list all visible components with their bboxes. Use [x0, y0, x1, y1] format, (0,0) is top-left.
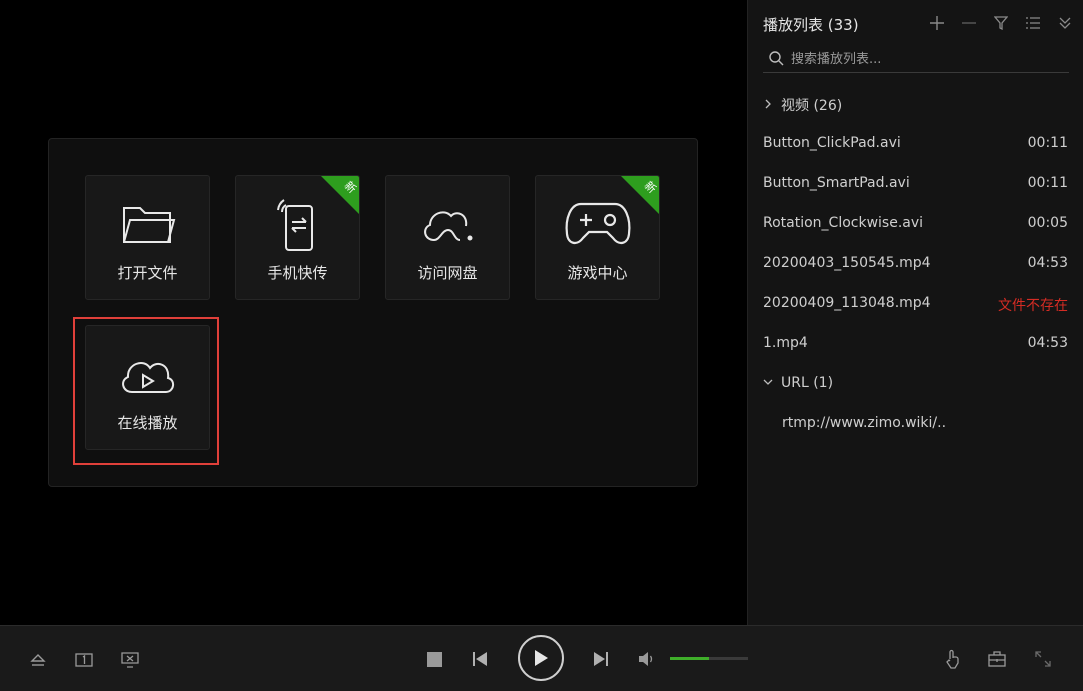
- eject-icon[interactable]: [27, 649, 49, 671]
- phone-transfer-icon: [236, 196, 359, 252]
- item-name: Button_SmartPad.avi: [763, 175, 910, 191]
- item-name: 20200403_150545.mp4: [763, 255, 931, 271]
- search-icon: [769, 51, 784, 70]
- volume-level-fill: [670, 657, 709, 660]
- group-label: 视频 (26): [781, 98, 843, 114]
- volume-icon[interactable]: [636, 648, 656, 670]
- file-missing-status: 文件不存在: [998, 298, 1068, 314]
- playlist-url-item[interactable]: rtmp://www.zimo.wiki/..: [782, 412, 1068, 436]
- group-video[interactable]: 视频 (26): [763, 95, 842, 115]
- filter-icon[interactable]: [990, 12, 1012, 34]
- playlist-item[interactable]: Button_ClickPad.avi 00:11: [763, 132, 1068, 156]
- screenshot-icon[interactable]: [119, 649, 141, 671]
- play-icon[interactable]: [518, 635, 564, 681]
- playlist-panel: 播放列表 (33) 视频 (26) Button_ClickPad.avi 00…: [747, 0, 1083, 625]
- playlist-item[interactable]: 20200409_113048.mp4 文件不存在: [763, 292, 1068, 316]
- quick-access-panel: 打开文件 手机快传 新 访问网盘 游戏中心 新 在线播放: [48, 138, 698, 487]
- phone-transfer-tile[interactable]: 手机快传 新: [235, 175, 360, 300]
- item-duration: 04:53: [1027, 335, 1068, 351]
- collapse-icon[interactable]: [1054, 12, 1076, 34]
- toolbox-icon[interactable]: [986, 648, 1008, 670]
- control-bar: [0, 625, 1083, 691]
- volume-slider[interactable]: [670, 657, 748, 660]
- item-name: rtmp://www.zimo.wiki/..: [782, 415, 947, 431]
- tile-label: 游戏中心: [567, 264, 628, 282]
- item-name: Rotation_Clockwise.avi: [763, 215, 924, 231]
- item-name: 20200409_113048.mp4: [763, 295, 931, 311]
- video-area[interactable]: 打开文件 手机快传 新 访问网盘 游戏中心 新 在线播放: [0, 0, 747, 625]
- item-name: Button_ClickPad.avi: [763, 135, 901, 151]
- plus-icon[interactable]: [926, 12, 948, 34]
- playlist-search: [763, 46, 1069, 73]
- chevron-down-icon: [763, 375, 773, 391]
- item-duration: 04:53: [1027, 255, 1068, 271]
- next-icon[interactable]: [590, 648, 612, 670]
- playlist-item[interactable]: 1.mp4 04:53: [763, 332, 1068, 356]
- playlist-item[interactable]: Rotation_Clockwise.avi 00:05: [763, 212, 1068, 236]
- chevron-right-icon: [763, 97, 773, 113]
- playlist-item[interactable]: Button_SmartPad.avi 00:11: [763, 172, 1068, 196]
- tile-label: 在线播放: [117, 414, 178, 432]
- previous-icon[interactable]: [469, 648, 491, 670]
- group-url[interactable]: URL (1): [763, 375, 833, 391]
- playlist-title: 播放列表 (33): [763, 16, 859, 34]
- item-duration: 00:11: [1027, 135, 1068, 151]
- search-input[interactable]: [791, 49, 1061, 69]
- playlist-item[interactable]: 20200403_150545.mp4 04:53: [763, 252, 1068, 276]
- fullscreen-icon[interactable]: [1032, 648, 1054, 670]
- minus-icon[interactable]: [958, 12, 980, 34]
- item-duration: 00:05: [1027, 215, 1068, 231]
- item-duration: 00:11: [1027, 175, 1068, 191]
- group-label: URL (1): [781, 375, 834, 391]
- gamepad-icon: [536, 196, 659, 252]
- stop-icon[interactable]: [424, 649, 444, 669]
- tile-label: 打开文件: [117, 264, 178, 282]
- tile-label: 手机快传: [267, 264, 328, 282]
- screen-one-icon[interactable]: [73, 649, 95, 671]
- gesture-icon[interactable]: [942, 648, 964, 670]
- folder-icon: [86, 196, 209, 252]
- item-name: 1.mp4: [763, 335, 808, 351]
- game-center-tile[interactable]: 游戏中心 新: [535, 175, 660, 300]
- list-icon[interactable]: [1022, 12, 1044, 34]
- cloud-drive-tile[interactable]: 访问网盘: [385, 175, 510, 300]
- cloud-play-icon: [86, 346, 209, 402]
- open-file-tile[interactable]: 打开文件: [85, 175, 210, 300]
- cloud-icon: [386, 196, 509, 252]
- online-play-tile[interactable]: 在线播放: [85, 325, 210, 450]
- tile-label: 访问网盘: [417, 264, 478, 282]
